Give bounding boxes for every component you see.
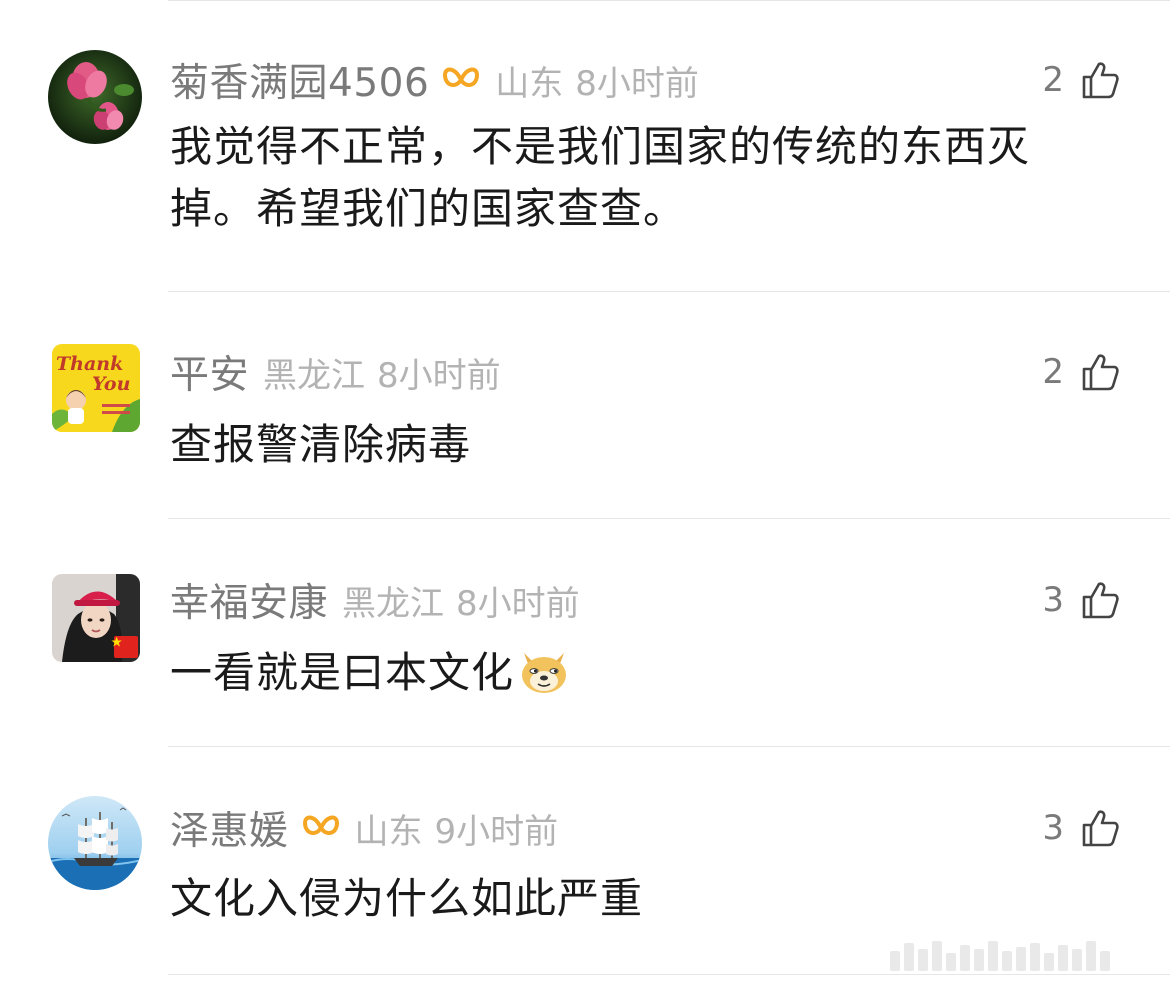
comment-meta: 泽惠媛 山东 9小时前 <box>170 800 558 856</box>
timestamp: 8小时前 <box>377 355 501 396</box>
thumbs-up-icon <box>1082 62 1119 99</box>
vip-badge-icon[interactable] <box>301 811 341 845</box>
comment-meta: 平安 黑龙江 8小时前 <box>170 344 501 400</box>
woman-red-cap-avatar-icon <box>52 574 140 662</box>
comment-text: 查报警清除病毒 <box>170 420 472 469</box>
comment-divider <box>168 974 1170 975</box>
thank-you-card-avatar-icon: Thank You <box>52 344 140 432</box>
avatar[interactable] <box>48 796 142 890</box>
avatar[interactable]: Thank You <box>52 344 140 432</box>
location: 山东 <box>495 63 564 104</box>
location: 黑龙江 <box>342 583 445 624</box>
comment-meta: 幸福安康 黑龙江 8小时前 <box>170 572 580 628</box>
location: 黑龙江 <box>263 355 366 396</box>
avatar[interactable] <box>52 574 140 662</box>
like-button[interactable]: 3 <box>1042 800 1120 856</box>
timestamp: 9小时前 <box>434 811 559 852</box>
vip-badge-icon[interactable] <box>441 63 481 97</box>
comment-divider <box>168 746 1170 747</box>
username[interactable]: 平安 <box>170 344 249 400</box>
comment-meta: 菊香满园4506 山东 8小时前 <box>170 52 699 108</box>
comment-divider <box>168 291 1170 292</box>
watermark <box>890 937 1140 971</box>
like-count: 3 <box>1042 808 1064 848</box>
like-count: 2 <box>1042 352 1064 392</box>
lotus-flower-avatar-icon <box>48 50 142 144</box>
comment-text: 文化入侵为什么如此严重 <box>170 874 644 923</box>
svg-text:You: You <box>92 373 130 395</box>
like-button[interactable]: 2 <box>1042 52 1120 108</box>
thumbs-up-icon <box>1082 354 1119 391</box>
username[interactable]: 幸福安康 <box>170 572 328 628</box>
avatar[interactable] <box>48 50 142 144</box>
like-count: 3 <box>1042 580 1064 620</box>
comment-divider <box>168 518 1170 519</box>
comment-text: 一看就是曰本文化 <box>170 642 1110 704</box>
thumbs-up-icon <box>1082 810 1119 847</box>
username[interactable]: 菊香满园4506 <box>170 52 429 108</box>
svg-text:Thank: Thank <box>56 353 123 375</box>
thumbs-up-icon <box>1082 582 1119 619</box>
comment-text-body: 一看就是曰本文化 <box>170 648 515 697</box>
username[interactable]: 泽惠媛 <box>170 800 289 856</box>
like-button[interactable]: 2 <box>1042 344 1120 400</box>
like-button[interactable]: 3 <box>1042 572 1120 628</box>
comment-text: 我觉得不正常，不是我们国家的传统的东西灭掉。希望我们的国家查查。 <box>170 122 1031 233</box>
like-count: 2 <box>1042 60 1064 100</box>
top-divider <box>168 0 1170 1</box>
sailing-ship-avatar-icon <box>48 796 142 890</box>
timestamp: 8小时前 <box>456 583 580 624</box>
timestamp: 8小时前 <box>575 63 699 104</box>
location: 山东 <box>354 811 423 852</box>
doge-emoji-icon <box>522 653 567 693</box>
